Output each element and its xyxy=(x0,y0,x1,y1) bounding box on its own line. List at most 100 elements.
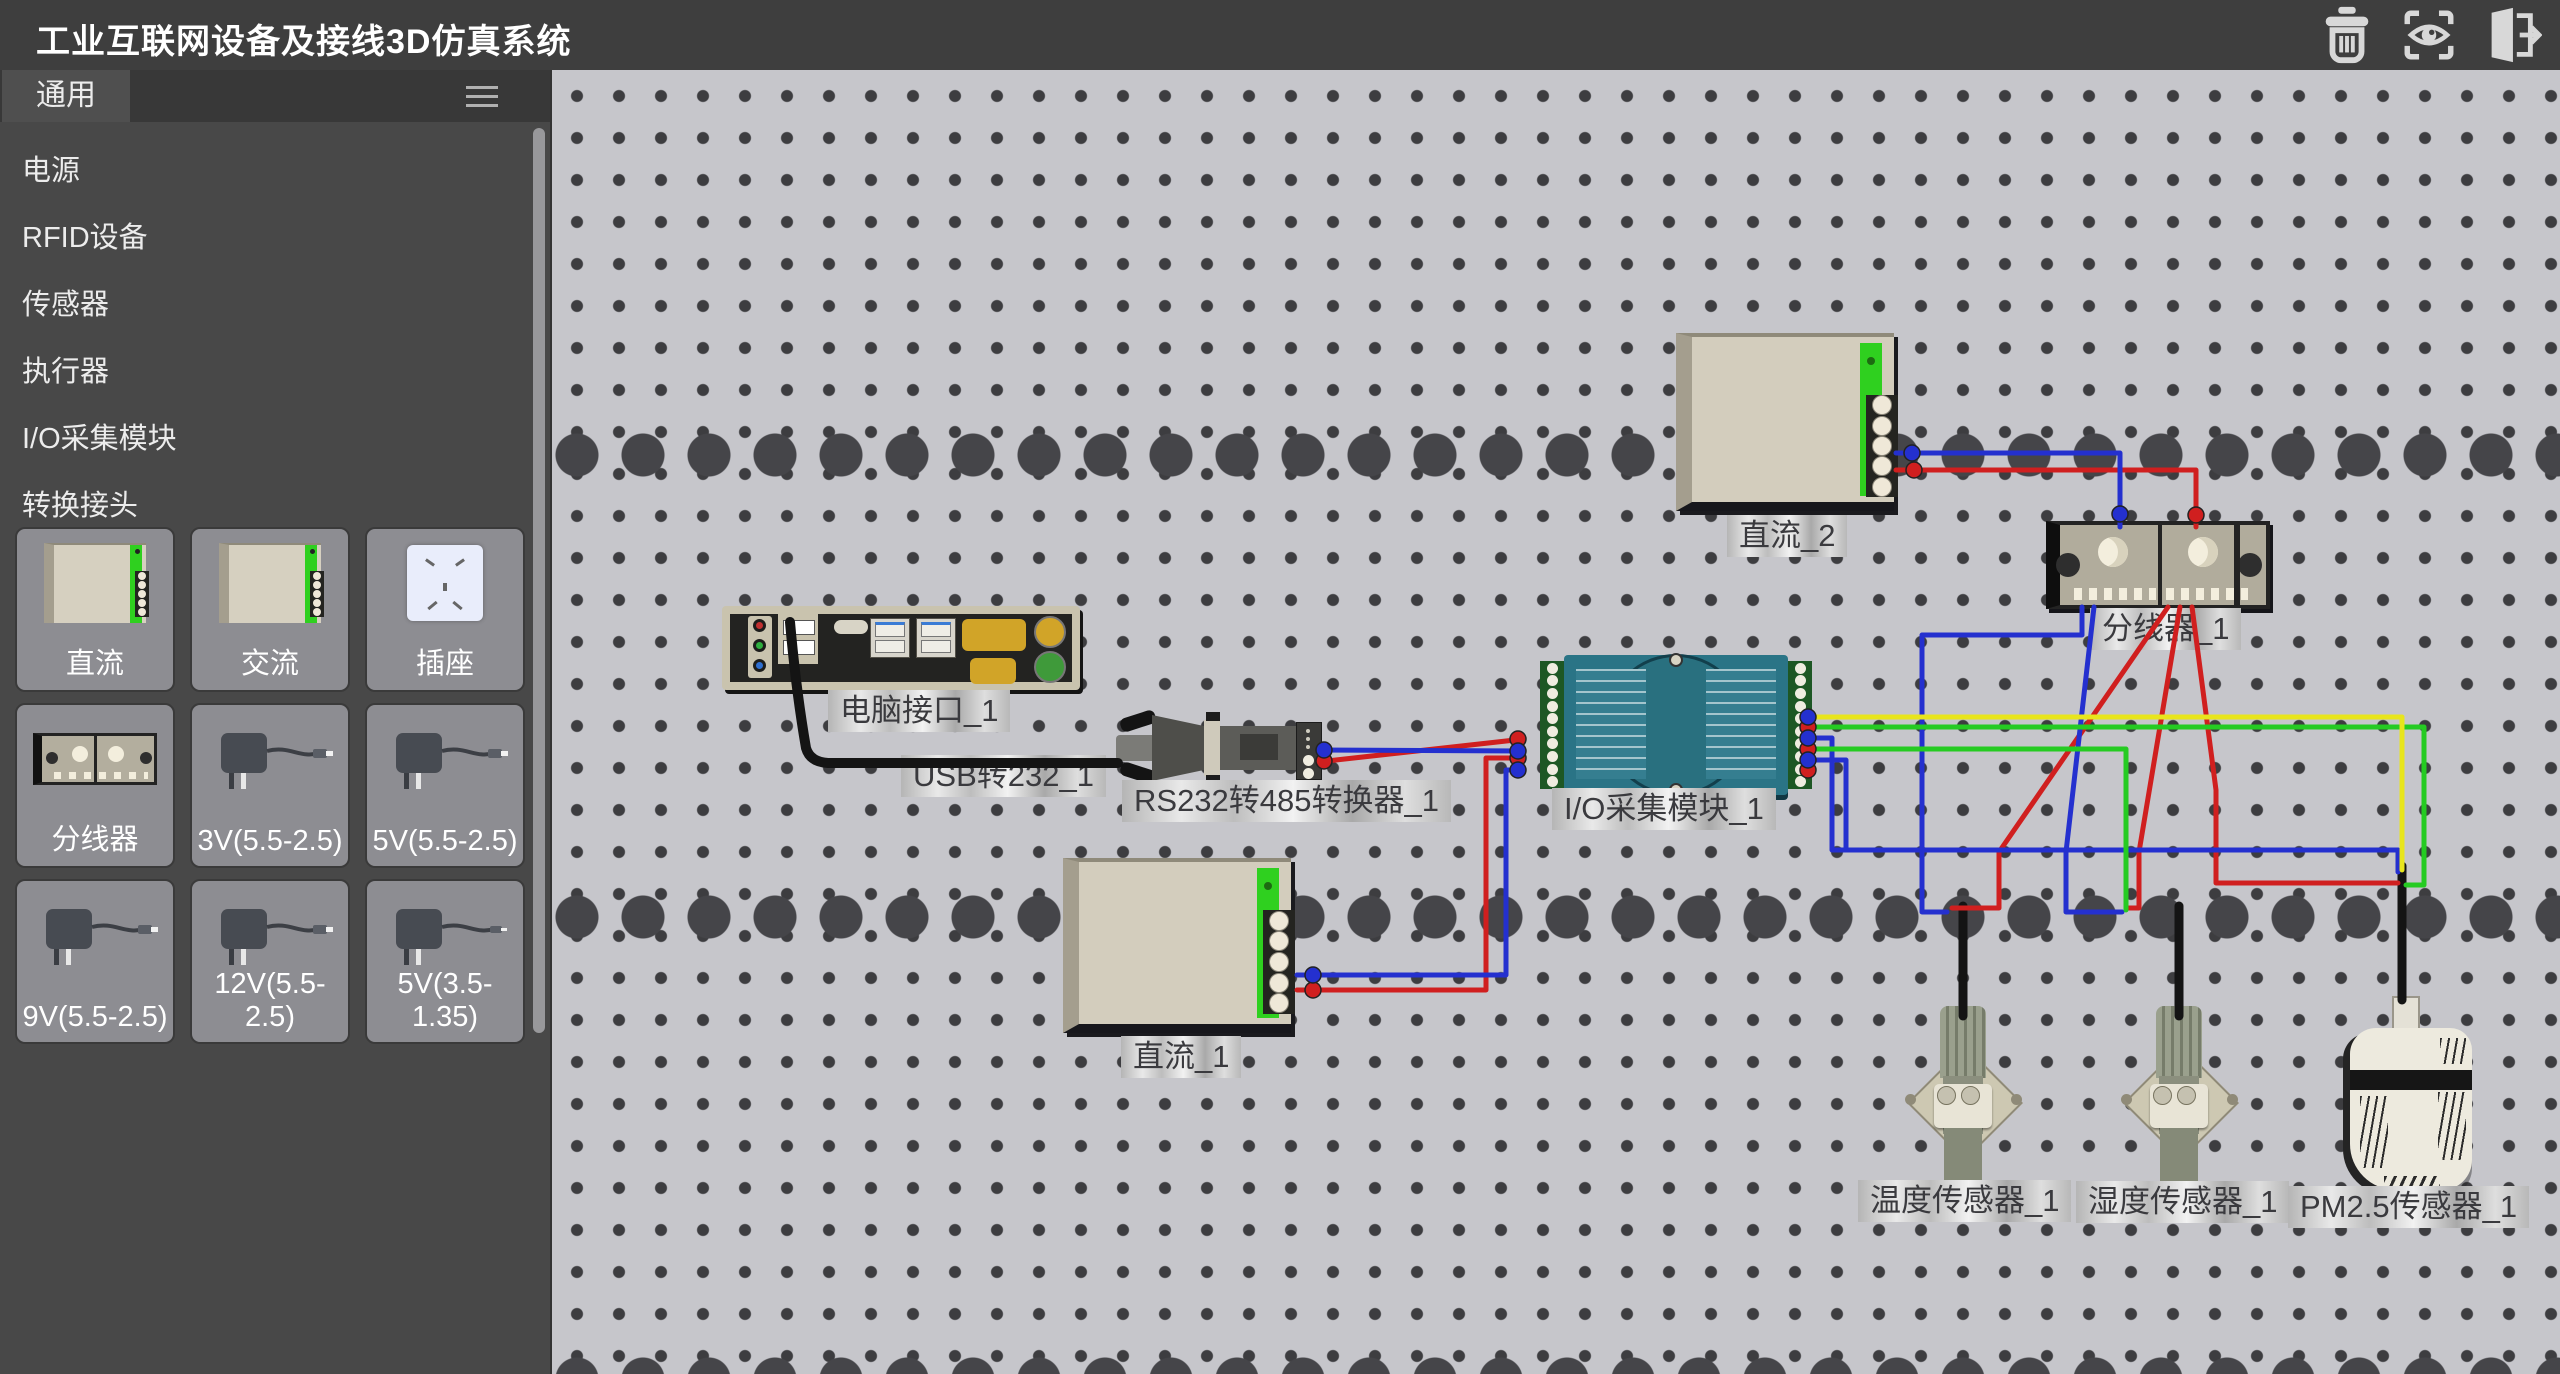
palette-tile-socket[interactable]: 插座 xyxy=(365,527,525,692)
ac-power-thumbnail xyxy=(219,543,321,623)
wire-green-io-humidity[interactable] xyxy=(1812,749,2126,910)
adapter-thumbnail xyxy=(380,895,510,975)
vga-port xyxy=(970,658,1016,684)
clamp-bolt xyxy=(2153,1086,2172,1105)
wire-red-splitter-temp[interactable] xyxy=(1952,607,2168,908)
serial-port xyxy=(962,619,1026,651)
pm25-vent xyxy=(2360,1096,2388,1168)
device-dc-power-2[interactable] xyxy=(1676,333,1894,511)
io-pin-labels-left xyxy=(1576,669,1646,779)
hamburger-menu-icon[interactable] xyxy=(466,86,498,108)
adapter-thumbnail xyxy=(205,719,335,799)
palette-tile-dc[interactable]: 直流 xyxy=(15,527,175,692)
device-temp-sensor-1[interactable] xyxy=(1885,1000,2041,1196)
palette-tile-5v-small[interactable]: 5V(3.5-1.35) xyxy=(365,879,525,1044)
device-palette: 直流 交流 插座 分线器 3V(5.5-2.5 xyxy=(15,527,525,1044)
wire-yellow-io-pm25[interactable] xyxy=(1812,717,2402,870)
exit-icon[interactable] xyxy=(2480,4,2542,66)
label-dc-power-2: 直流_2 xyxy=(1727,515,1847,557)
audio-jacks xyxy=(748,616,772,678)
adapter-thumbnail xyxy=(205,895,335,975)
io-terminal-strip-right xyxy=(1788,661,1812,789)
label-dc-power-1: 直流_1 xyxy=(1121,1036,1241,1078)
ps2-port-green xyxy=(1034,651,1066,683)
adapter-thumbnail xyxy=(380,719,510,799)
db9-screw-nub xyxy=(1206,712,1220,721)
pm25-vent xyxy=(2438,1092,2466,1160)
db9-cable-boot xyxy=(1116,735,1158,761)
splitter-edge xyxy=(2234,525,2240,605)
splitter-divider xyxy=(2158,525,2162,605)
tab-general[interactable]: 通用 xyxy=(2,70,130,122)
pm25-band xyxy=(2350,1070,2472,1090)
device-io-module-1[interactable] xyxy=(1540,655,1812,795)
splitter-terminals xyxy=(2074,588,2156,600)
category-item-io-module[interactable]: I/O采集模块 xyxy=(0,406,550,473)
io-screw xyxy=(1669,653,1683,667)
clamp-bolt xyxy=(2177,1086,2196,1105)
mount-hole xyxy=(2011,1094,2022,1105)
view-focus-icon[interactable] xyxy=(2400,4,2458,66)
adapter-thumbnail xyxy=(30,895,160,975)
mount-hole xyxy=(2227,1094,2238,1105)
label-temp-sensor: 温度传感器_1 xyxy=(1858,1180,2071,1222)
device-humidity-sensor-1[interactable] xyxy=(2101,1000,2257,1196)
dc-power-thumbnail xyxy=(44,543,146,623)
top-bar: 工业互联网设备及接线3D仿真系统 xyxy=(0,0,2560,70)
category-menu: 电源 RFID设备 传感器 执行器 I/O采集模块 转换接头 xyxy=(0,122,550,540)
socket-thumbnail xyxy=(407,545,483,621)
ps2-port-yellow xyxy=(1034,616,1066,648)
label-rs232-to-485: RS232转485转换器_1 xyxy=(1122,780,1451,822)
sidebar-scrollbar[interactable] xyxy=(533,128,545,1033)
clamp-bolt xyxy=(1961,1086,1980,1105)
db9-thumbscrew xyxy=(1119,709,1158,733)
label-computer-port: 电脑接口_1 xyxy=(828,690,1010,732)
usb-ports xyxy=(870,618,910,658)
palette-tile-3v[interactable]: 3V(5.5-2.5) xyxy=(190,703,350,868)
palette-tile-12v[interactable]: 12V(5.5-2.5) xyxy=(190,879,350,1044)
pegboard-hole-row xyxy=(552,1357,2560,1374)
clamp-bolt xyxy=(1937,1086,1956,1105)
splitter-screw xyxy=(2098,537,2128,567)
wire-blue-splitter-humidity[interactable] xyxy=(2066,607,2122,912)
usb-ports xyxy=(916,618,956,658)
app-title: 工业互联网设备及接线3D仿真系统 xyxy=(36,14,571,63)
splitter-screw xyxy=(2188,537,2218,567)
device-rs232-to-485-1[interactable] xyxy=(1100,712,1322,788)
workspace-canvas[interactable]: 电脑接口_1 USB转232_1 RS232转485转换器_1 I/O采集模块_… xyxy=(552,70,2560,1374)
label-io-module: I/O采集模块_1 xyxy=(1552,788,1776,830)
device-splitter-1[interactable] xyxy=(2046,521,2270,609)
wire-blue-io-branch[interactable] xyxy=(1812,760,1846,850)
wire-blue-splitter-temp[interactable] xyxy=(1922,607,2082,912)
label-humidity-sensor: 湿度传感器_1 xyxy=(2076,1181,2289,1223)
pegboard-hole-row xyxy=(552,895,2560,939)
splitter-hole xyxy=(2056,553,2080,577)
db9-hood xyxy=(1152,715,1208,781)
category-item-power[interactable]: 电源 xyxy=(0,138,550,205)
pegboard-hole-row xyxy=(552,433,2560,477)
mount-hole xyxy=(1905,1094,1916,1105)
app-window: 工业互联网设备及接线3D仿真系统 xyxy=(0,0,2560,1374)
sidebar: 通用 电源 RFID设备 传感器 执行器 I/O采集模块 转换接头 直流 交流 … xyxy=(0,70,552,1374)
palette-tile-ac[interactable]: 交流 xyxy=(190,527,350,692)
db9-flange xyxy=(1204,720,1220,776)
category-item-sensor[interactable]: 传感器 xyxy=(0,272,550,339)
wire-blue-rs485-io[interactable] xyxy=(1318,750,1524,751)
wire-blue-io-pm25[interactable] xyxy=(1812,738,2398,872)
io-pin-labels-right xyxy=(1706,669,1776,779)
category-item-actuator[interactable]: 执行器 xyxy=(0,339,550,406)
label-pm25-sensor: PM2.5传感器_1 xyxy=(2288,1186,2529,1228)
palette-tile-9v[interactable]: 9V(5.5-2.5) xyxy=(15,879,175,1044)
toolbar xyxy=(2316,4,2542,66)
device-pm25-sensor-1[interactable] xyxy=(2340,990,2480,1200)
port-slot xyxy=(834,620,868,634)
pm25-vent xyxy=(2440,1038,2466,1064)
device-computer-port-1[interactable] xyxy=(722,606,1080,690)
category-item-rfid[interactable]: RFID设备 xyxy=(0,205,550,272)
wire-red-dc2-splitter[interactable] xyxy=(1896,470,2196,527)
palette-tile-5v[interactable]: 5V(5.5-2.5) xyxy=(365,703,525,868)
palette-tile-splitter[interactable]: 分线器 xyxy=(15,703,175,868)
trash-icon[interactable] xyxy=(2316,4,2378,66)
converter-window xyxy=(1240,734,1278,760)
device-dc-power-1[interactable] xyxy=(1063,858,1291,1033)
